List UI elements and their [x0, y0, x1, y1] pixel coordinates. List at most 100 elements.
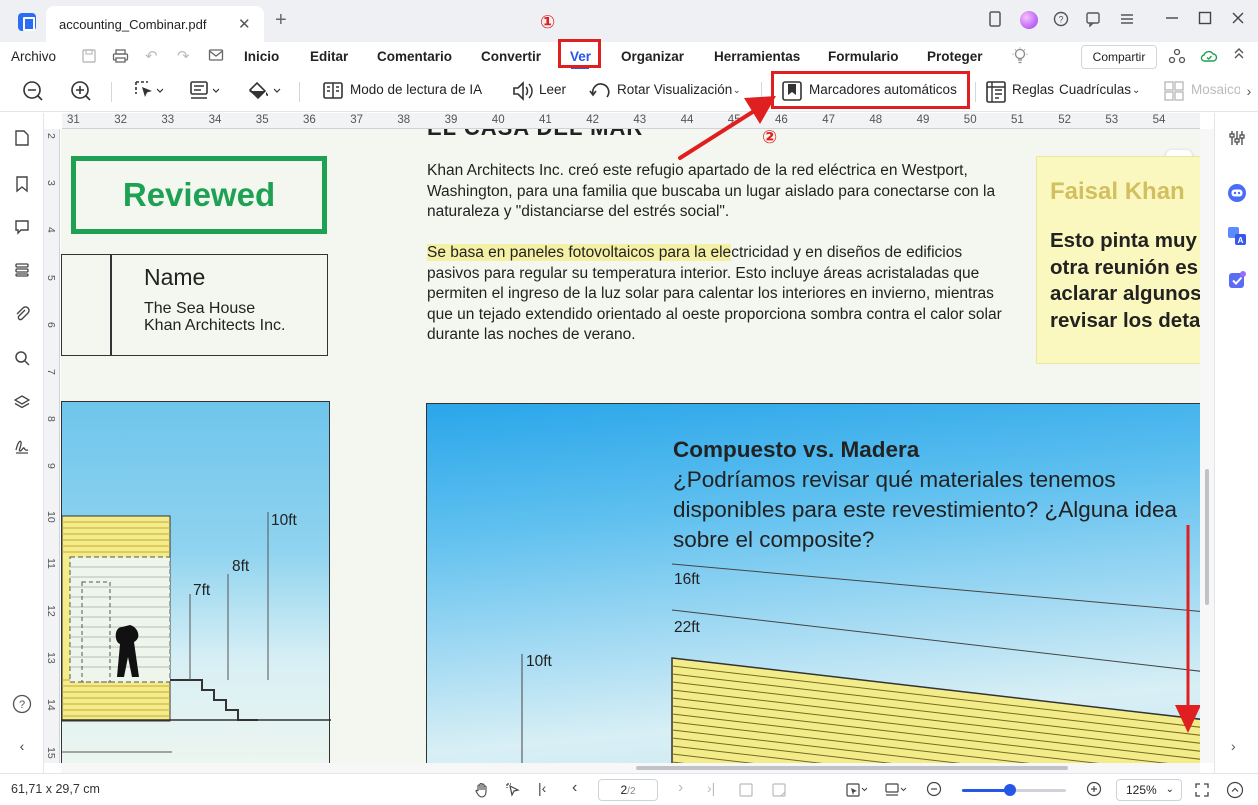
fit-page-icon[interactable]: [738, 782, 754, 803]
mail-icon[interactable]: [208, 48, 224, 67]
status-zoom-out-icon[interactable]: [926, 781, 943, 803]
fullscreen-icon[interactable]: [1194, 782, 1210, 803]
vertical-scrollbar[interactable]: [1200, 129, 1214, 763]
menu-proteger[interactable]: Proteger: [927, 49, 983, 64]
reviewed-stamp[interactable]: Reviewed: [71, 156, 327, 234]
highlighted-text[interactable]: Se basa en paneles fotovoltaicos para la…: [427, 244, 732, 261]
select-tool-icon[interactable]: [134, 80, 164, 107]
search-icon[interactable]: [12, 350, 32, 371]
select-view-icon[interactable]: [846, 782, 868, 803]
first-page-icon[interactable]: |‹: [538, 780, 546, 796]
title-bar: accounting_Combinar.pdf ✕ + ?: [0, 0, 1258, 42]
ruler-number: 38: [397, 114, 411, 126]
fit-width-icon[interactable]: [771, 782, 787, 803]
print-icon[interactable]: [112, 48, 129, 69]
ai-reading-mode-button[interactable]: Modo de lectura de IA: [350, 82, 482, 97]
share-button[interactable]: Compartir: [1081, 45, 1157, 69]
save-icon[interactable]: [81, 48, 97, 69]
minimize-icon[interactable]: [1162, 11, 1182, 29]
rulers-icon[interactable]: [985, 80, 1007, 109]
hand-tool-icon[interactable]: [474, 782, 490, 803]
dimension-label: 16ft: [674, 571, 700, 588]
toolbar-scroll-right-icon[interactable]: ›: [1240, 80, 1258, 104]
menu-herramientas[interactable]: Herramientas: [714, 49, 800, 64]
document-tab[interactable]: accounting_Combinar.pdf ✕: [46, 6, 264, 42]
collapse-left-icon[interactable]: ‹: [12, 738, 32, 754]
ai-bot-icon[interactable]: [1227, 183, 1247, 208]
menu-inicio[interactable]: Inicio: [244, 49, 279, 64]
maximize-icon[interactable]: [1195, 11, 1215, 29]
redo-icon[interactable]: ↷: [177, 47, 190, 65]
menu-convertir[interactable]: Convertir: [481, 49, 541, 64]
lightbulb-icon[interactable]: [1012, 47, 1028, 70]
ruler-number: 14: [45, 699, 57, 712]
rotate-view-icon[interactable]: [589, 80, 613, 107]
layers-icon[interactable]: [12, 394, 32, 415]
signature-icon[interactable]: [12, 438, 32, 459]
help-circle-icon[interactable]: ?: [12, 694, 32, 719]
ai-reading-mode-icon[interactable]: [322, 80, 344, 107]
menu-organizar[interactable]: Organizar: [621, 49, 684, 64]
properties-icon[interactable]: [1228, 129, 1246, 152]
grids-chevron-icon[interactable]: ⌄: [1132, 85, 1140, 96]
select-pointer-icon[interactable]: [505, 782, 521, 803]
close-icon[interactable]: [1228, 11, 1248, 29]
zoom-in-icon[interactable]: [70, 80, 92, 107]
menu-comentario[interactable]: Comentario: [377, 49, 452, 64]
zoom-chevron-icon: ⌄: [1165, 784, 1174, 795]
ruler-number: 3: [45, 180, 57, 187]
bookmarks-panel-icon[interactable]: [12, 175, 32, 198]
read-aloud-button[interactable]: Leer: [539, 82, 566, 97]
svg-text:?: ?: [19, 699, 25, 711]
grids-button[interactable]: Cuadrículas: [1059, 82, 1131, 97]
status-zoom-in-icon[interactable]: [1086, 781, 1103, 803]
page-layout-icon[interactable]: [885, 782, 907, 803]
menu-editar[interactable]: Editar: [310, 49, 348, 64]
task-check-icon[interactable]: [1227, 270, 1247, 295]
next-page-icon[interactable]: ›: [678, 779, 683, 797]
bookmark-icon[interactable]: [985, 11, 1005, 31]
undo-icon[interactable]: ↶: [145, 47, 158, 65]
name-line-2: Khan Architects Inc.: [144, 317, 286, 334]
attachments-icon[interactable]: [12, 306, 32, 327]
prev-page-icon[interactable]: ‹: [572, 779, 577, 797]
background-color-icon[interactable]: [246, 80, 282, 107]
comments-panel-icon[interactable]: [12, 219, 32, 240]
zoom-out-icon[interactable]: [22, 80, 44, 107]
rulers-button[interactable]: Reglas: [1012, 82, 1054, 97]
feedback-icon[interactable]: [1083, 11, 1103, 31]
layers-list-icon[interactable]: [12, 263, 32, 282]
sticky-line: Esto pinta muy: [1050, 229, 1197, 252]
cloud-sync-icon[interactable]: [1200, 48, 1218, 69]
scroll-up-icon[interactable]: [1226, 781, 1244, 804]
menu-icon[interactable]: [1117, 11, 1137, 31]
svg-text:A: A: [1238, 236, 1244, 245]
ruler-number: 43: [633, 114, 647, 126]
last-page-icon[interactable]: ›|: [707, 780, 715, 796]
sticky-note[interactable]: Faisal Khan Esto pinta muy otra reunión …: [1036, 156, 1200, 364]
zoom-slider-handle[interactable]: [1003, 784, 1016, 796]
collapse-right-icon[interactable]: ›: [1231, 738, 1236, 754]
cut-heading: EL CASA DEL MAR: [427, 129, 643, 141]
ruler-number: 50: [963, 114, 977, 126]
page-number-input[interactable]: 2/2: [598, 779, 658, 801]
document-canvas[interactable]: EL CASA DEL MAR Reviewed Name The Sea Ho…: [61, 129, 1200, 763]
thumbnails-icon[interactable]: [12, 129, 32, 152]
tab-close-icon[interactable]: ✕: [238, 15, 251, 33]
ruler-number: 53: [1105, 114, 1119, 126]
avatar[interactable]: [1020, 11, 1038, 29]
page-display-icon[interactable]: [189, 80, 221, 107]
collapse-ribbon-icon[interactable]: [1232, 47, 1246, 68]
menu-formulario[interactable]: Formulario: [828, 49, 899, 64]
horizontal-scrollbar-thumb[interactable]: [636, 766, 1068, 770]
new-tab-icon[interactable]: +: [275, 9, 287, 32]
menu-archivo[interactable]: Archivo: [11, 49, 56, 64]
ruler-number: 6: [45, 321, 57, 328]
zoom-select[interactable]: 125% ⌄: [1116, 779, 1182, 801]
vertical-scrollbar-thumb[interactable]: [1205, 469, 1209, 605]
read-aloud-icon[interactable]: [511, 80, 535, 107]
translate-icon[interactable]: A: [1227, 226, 1247, 251]
organize-icon[interactable]: [1168, 48, 1186, 69]
horizontal-scrollbar[interactable]: [61, 763, 1200, 773]
help-icon[interactable]: ?: [1051, 11, 1071, 31]
